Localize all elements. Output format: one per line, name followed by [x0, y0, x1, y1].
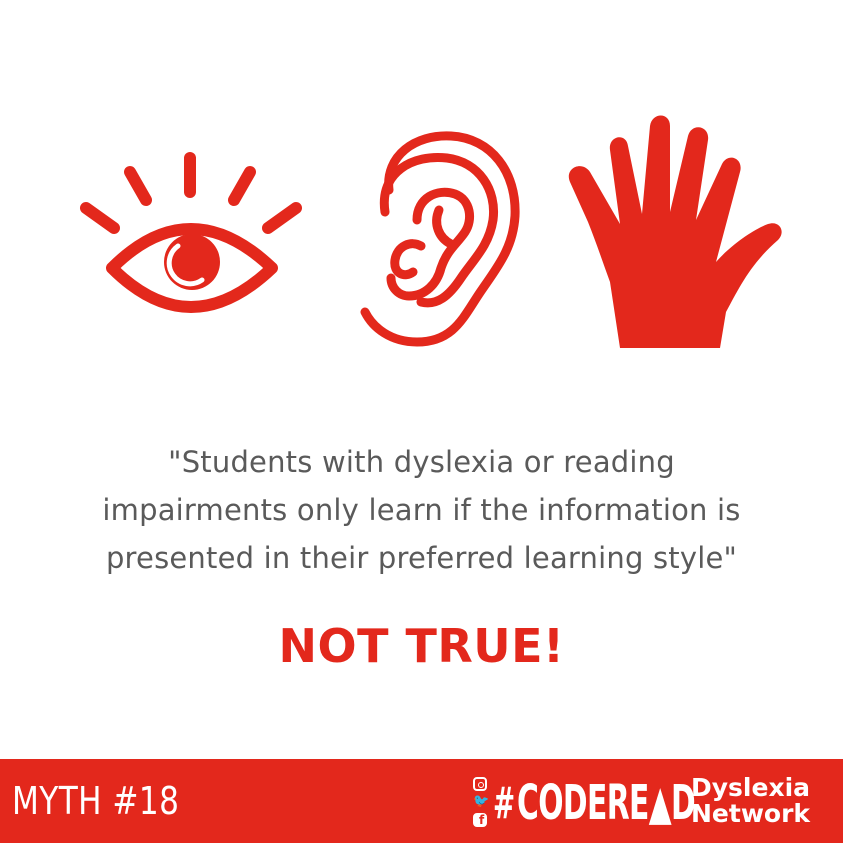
- hand-icon: [568, 115, 782, 348]
- quote-line-2: impairments only learn if the informatio…: [102, 493, 741, 527]
- myth-quote: "Students with dyslexia or reading impai…: [40, 438, 803, 582]
- brand-name: CODERE▲D: [517, 775, 696, 831]
- quote-line-1: "Students with dyslexia or reading: [168, 445, 675, 479]
- instagram-icon: [473, 777, 487, 791]
- hashtag-symbol: #: [493, 778, 516, 829]
- brand-logo: 🐦 # CODERE▲D Dyslexia Network: [471, 773, 831, 833]
- social-icons: 🐦: [471, 773, 491, 833]
- verdict-heading: NOT TRUE!: [278, 619, 565, 673]
- sensory-icons-row: [0, 0, 843, 400]
- eye-icon: [80, 152, 302, 313]
- facebook-icon: [473, 813, 487, 827]
- network-line-2: Network: [691, 799, 811, 828]
- myth-number-label: MYTH #18: [12, 779, 180, 823]
- network-name: Dyslexia Network: [691, 775, 810, 827]
- twitter-icon: 🐦: [473, 794, 490, 809]
- ear-icon: [360, 131, 520, 347]
- footer-bar: MYTH #18 🐦 # CODERE▲D Dyslexia Network: [0, 759, 843, 843]
- quote-line-3: presented in their preferred learning st…: [105, 541, 738, 575]
- network-line-1: Dyslexia: [691, 773, 811, 802]
